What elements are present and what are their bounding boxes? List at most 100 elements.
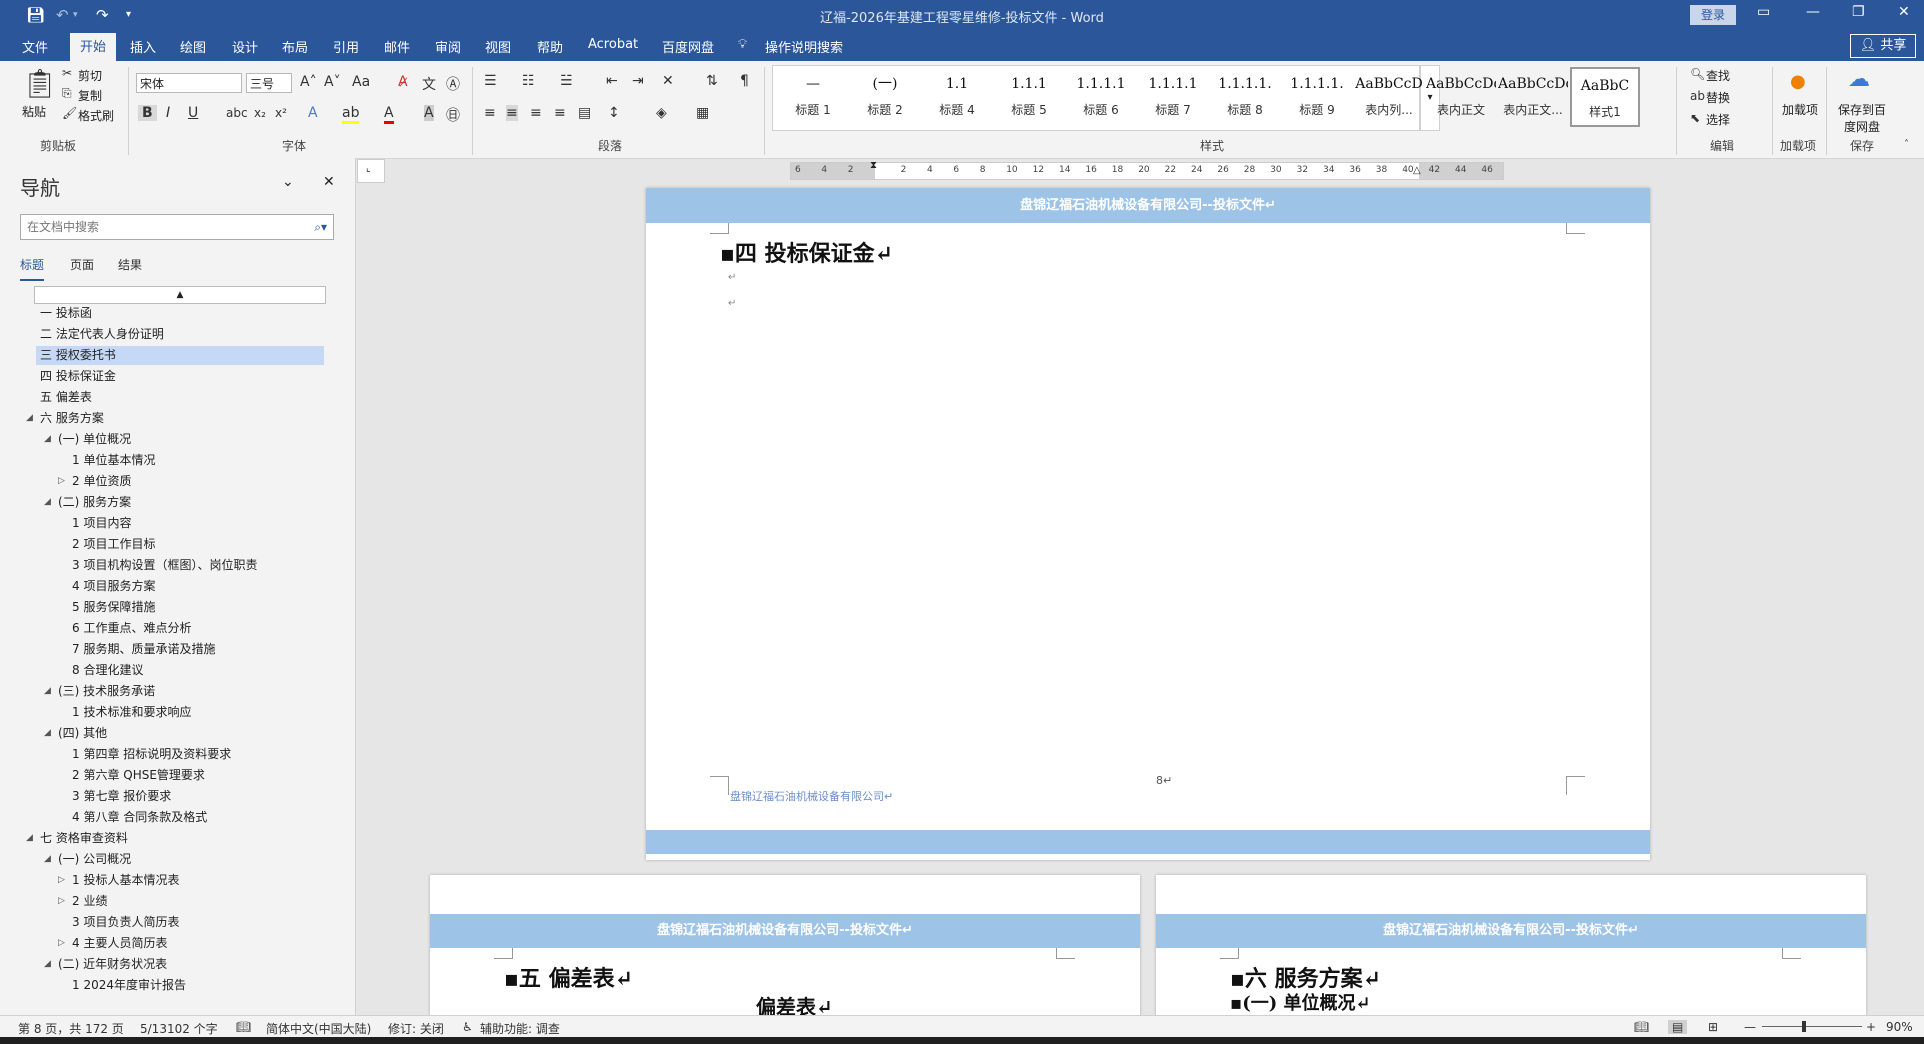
italic-icon[interactable]: I: [166, 105, 170, 121]
nav-heading-item[interactable]: 三 授权委托书: [36, 346, 324, 365]
tab-selector[interactable]: ⌞: [357, 159, 385, 183]
page-header[interactable]: 盘锦辽福石油机械设备有限公司--投标文件↵: [430, 914, 1140, 948]
nav-heading-item[interactable]: (三) 技术服务承诺: [54, 682, 155, 701]
addins-icon[interactable]: ●: [1790, 71, 1806, 92]
distributed-icon[interactable]: ▤: [578, 105, 591, 121]
page-header[interactable]: 盘锦辽福石油机械设备有限公司--投标文件↵: [646, 188, 1650, 223]
nav-heading-item[interactable]: 2 项目工作目标: [68, 535, 155, 554]
word-count[interactable]: 5/13102 个字: [140, 1020, 218, 1037]
nav-heading-item[interactable]: 七 资格审查资料: [36, 829, 128, 848]
search-icon[interactable]: ⌕▾: [314, 215, 327, 239]
collapse-icon[interactable]: ◢: [44, 686, 51, 696]
nav-tab-results[interactable]: 结果: [118, 256, 142, 273]
collapse-icon[interactable]: ◢: [26, 413, 33, 423]
nav-heading-item[interactable]: 1 技术标准和要求响应: [68, 703, 191, 722]
collapse-icon[interactable]: ◢: [44, 854, 51, 864]
style-item[interactable]: AaBbCcDdI 表内正文: [1426, 67, 1496, 127]
style-item[interactable]: 1.1.1.1. 标题 8: [1210, 67, 1280, 127]
nav-heading-item[interactable]: 六 服务方案: [36, 409, 104, 428]
print-layout-icon[interactable]: ▤: [1668, 1020, 1688, 1034]
tab-references[interactable]: 引用: [333, 37, 359, 56]
nav-heading-item[interactable]: 4 项目服务方案: [68, 577, 155, 596]
style-item[interactable]: — 标题 1: [778, 67, 848, 127]
collapse-icon[interactable]: ◢: [44, 497, 51, 507]
table-title[interactable]: 偏差表↵: [756, 991, 833, 1015]
paste-icon[interactable]: 📋︎: [22, 67, 58, 100]
nav-heading-item[interactable]: 3 项目机构设置（框图）、岗位职责: [68, 556, 257, 575]
style-item[interactable]: 1.1.1.1 标题 7: [1138, 67, 1208, 127]
phonetic-guide-icon[interactable]: 文: [422, 74, 436, 94]
bullets-icon[interactable]: ☰: [484, 73, 497, 89]
font-color-icon[interactable]: A: [384, 105, 394, 124]
chinese-layout-icon[interactable]: ✕: [662, 73, 674, 89]
style-item[interactable]: AaBbC 样式1: [1570, 67, 1640, 127]
nav-search-input[interactable]: 在文档中搜索 ⌕▾: [20, 214, 334, 240]
find-icon[interactable]: 🔍︎: [1690, 67, 1705, 81]
nav-heading-item[interactable]: (二) 近年财务状况表: [54, 955, 167, 974]
select-button[interactable]: 选择: [1706, 111, 1730, 128]
expand-icon[interactable]: ▷: [58, 938, 65, 948]
shading-icon[interactable]: ◈: [656, 105, 667, 121]
accessibility-status[interactable]: 辅助功能: 调查: [480, 1020, 560, 1037]
login-button[interactable]: 登录: [1690, 5, 1736, 25]
tab-baidu-netdisk[interactable]: 百度网盘: [662, 37, 714, 56]
nav-tab-pages[interactable]: 页面: [70, 256, 94, 273]
expand-icon[interactable]: ▷: [58, 896, 65, 906]
clear-formatting-icon[interactable]: A̷: [398, 74, 408, 90]
nav-heading-item[interactable]: 5 服务保障措施: [68, 598, 155, 617]
nav-heading-item[interactable]: 1 第四章 招标说明及资料要求: [68, 745, 231, 764]
tell-me-search[interactable]: 操作说明搜索: [765, 37, 843, 56]
tab-acrobat[interactable]: Acrobat: [588, 37, 638, 52]
style-item[interactable]: 1.1.1.1. 标题 9: [1282, 67, 1352, 127]
heading-text[interactable]: ▪五 偏差表↵: [504, 961, 633, 993]
expand-icon[interactable]: ▷: [58, 476, 65, 486]
tab-view[interactable]: 视图: [485, 37, 511, 56]
paste-button[interactable]: 粘贴: [22, 103, 46, 120]
justify-icon[interactable]: ≡: [554, 105, 566, 121]
change-case-icon[interactable]: Aa: [352, 74, 370, 90]
cut-button[interactable]: 剪切: [78, 67, 102, 84]
ribbon-display-icon[interactable]: ▭: [1757, 4, 1770, 20]
collapse-ribbon-icon[interactable]: ˄: [1904, 139, 1909, 150]
nav-heading-item[interactable]: 4 主要人员简历表: [68, 934, 167, 953]
borders-icon[interactable]: ▦: [696, 105, 709, 121]
underline-icon[interactable]: U: [188, 105, 198, 121]
nav-heading-item[interactable]: (一) 单位概况: [54, 430, 131, 449]
nav-tab-headings[interactable]: 标题: [20, 256, 45, 281]
zoom-out-icon[interactable]: —: [1744, 1020, 1756, 1034]
zoom-in-icon[interactable]: +: [1866, 1020, 1876, 1034]
decrease-indent-icon[interactable]: ⇤: [606, 73, 618, 89]
strikethrough-icon[interactable]: abc: [226, 106, 248, 120]
save-to-baidu-button[interactable]: 保存到百度网盘: [1836, 101, 1888, 135]
zoom-slider[interactable]: [1762, 1026, 1862, 1027]
format-painter-button[interactable]: 格式刷: [78, 107, 114, 124]
subscript-icon[interactable]: x₂: [254, 106, 266, 120]
language-indicator[interactable]: 简体中文(中国大陆): [266, 1020, 371, 1037]
nav-heading-item[interactable]: 1 投标人基本情况表: [68, 871, 179, 890]
nav-heading-item[interactable]: 3 项目负责人简历表: [68, 913, 179, 932]
character-shading-icon[interactable]: A: [424, 105, 434, 121]
sort-icon[interactable]: ⇅: [706, 73, 718, 89]
page-9[interactable]: 盘锦辽福石油机械设备有限公司--投标文件↵ ▪五 偏差表↵ 偏差表↵: [430, 875, 1140, 1015]
nav-heading-item[interactable]: 6 工作重点、难点分析: [68, 619, 191, 638]
tab-insert[interactable]: 插入: [130, 37, 156, 56]
addins-button[interactable]: 加载项: [1782, 101, 1818, 118]
format-painter-icon[interactable]: 🖌︎: [62, 106, 77, 120]
nav-heading-item[interactable]: 二 法定代表人身份证明: [36, 325, 164, 344]
superscript-icon[interactable]: x²: [275, 106, 287, 120]
tab-home[interactable]: 开始: [70, 33, 117, 61]
nav-heading-item[interactable]: 8 合理化建议: [68, 661, 143, 680]
nav-heading-item[interactable]: 1 单位基本情况: [68, 451, 155, 470]
accessibility-icon[interactable]: ♿︎: [462, 1020, 473, 1034]
line-spacing-icon[interactable]: ↕: [608, 105, 620, 121]
nav-heading-item[interactable]: 4 第八章 合同条款及格式: [68, 808, 207, 827]
page-10[interactable]: 盘锦辽福石油机械设备有限公司--投标文件↵ ▪六 服务方案↵ ▪(一) 单位概况…: [1156, 875, 1866, 1015]
nav-heading-item[interactable]: 1 项目内容: [68, 514, 131, 533]
highlight-icon[interactable]: ab: [342, 105, 360, 124]
numbering-icon[interactable]: ☷: [522, 73, 535, 89]
tab-draw[interactable]: 绘图: [180, 37, 206, 56]
collapse-icon[interactable]: ◢: [26, 833, 33, 843]
copy-button[interactable]: 复制: [78, 87, 102, 104]
nav-heading-item[interactable]: (二) 服务方案: [54, 493, 131, 512]
character-border-icon[interactable]: Ⓐ: [446, 74, 460, 94]
